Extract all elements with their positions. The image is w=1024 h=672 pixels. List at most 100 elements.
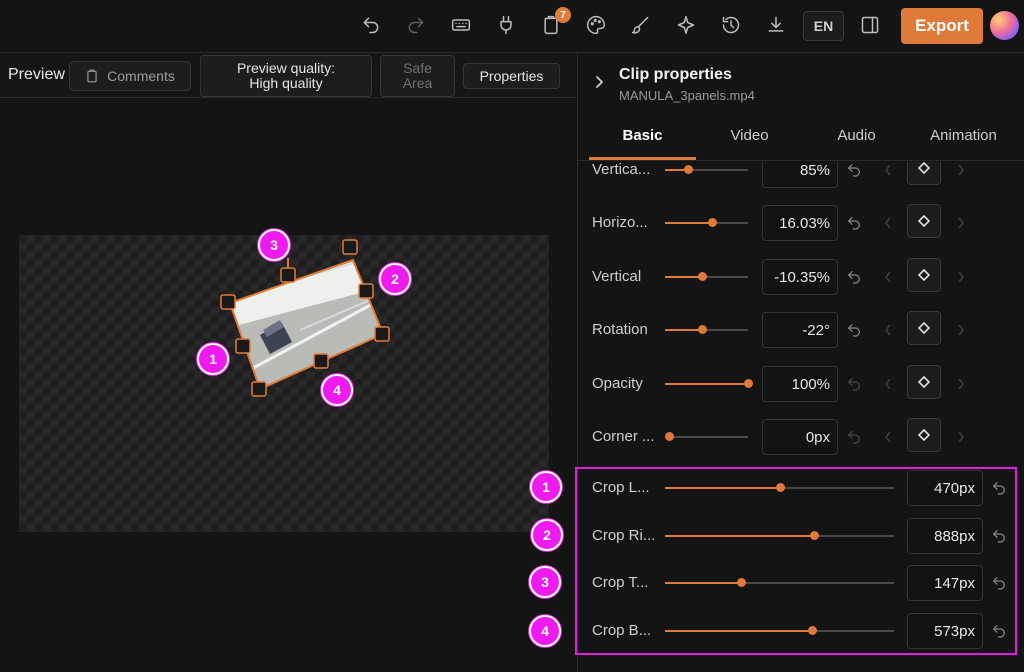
slider-knob[interactable] (775, 483, 785, 492)
keyframe-button[interactable] (907, 311, 941, 345)
reset-icon[interactable] (991, 575, 1007, 591)
property-row-horizontal: Horizo... 16.03% (578, 201, 1024, 245)
avatar[interactable] (990, 11, 1019, 40)
diamond-icon (918, 376, 930, 388)
slider-knob[interactable] (684, 165, 694, 174)
prev-keyframe-icon[interactable] (883, 429, 893, 445)
tab-animation[interactable]: Animation (910, 127, 1017, 144)
panel-icon[interactable] (857, 12, 883, 38)
property-value-input[interactable]: 573px (907, 613, 983, 649)
property-row-crop-right: Crop Ri... 888px (578, 514, 1024, 558)
keyframe-button[interactable] (907, 365, 941, 399)
export-button[interactable]: Export (901, 8, 983, 44)
property-slider[interactable] (665, 483, 894, 492)
reset-icon[interactable] (846, 376, 862, 392)
property-value-input[interactable]: -10.35% (762, 259, 838, 295)
tab-audio[interactable]: Audio (803, 127, 910, 144)
property-slider[interactable] (665, 578, 894, 587)
keyframe-button[interactable] (907, 162, 941, 185)
slider-knob[interactable] (744, 379, 753, 388)
property-label: Opacity (592, 375, 643, 392)
property-slider[interactable] (665, 432, 748, 441)
tab-video[interactable]: Video (696, 127, 803, 144)
reset-icon[interactable] (846, 429, 862, 445)
history-icon[interactable] (718, 12, 744, 38)
property-slider[interactable] (665, 165, 748, 174)
language-selector[interactable]: EN (803, 11, 844, 41)
brush-icon[interactable] (628, 12, 654, 38)
prev-keyframe-icon[interactable] (883, 215, 893, 231)
property-value-input[interactable]: 470px (907, 470, 983, 506)
property-row-crop-bottom: Crop B... 573px (578, 609, 1024, 653)
chevron-right-icon[interactable] (594, 75, 606, 89)
property-value-input[interactable]: 16.03% (762, 205, 838, 241)
slider-knob[interactable] (698, 272, 708, 281)
property-tabs: Basic Video Audio Animation (578, 112, 1024, 161)
slider-knob[interactable] (809, 531, 819, 540)
sparkle-icon[interactable] (673, 12, 699, 38)
property-label: Rotation (592, 321, 648, 338)
property-slider[interactable] (665, 531, 894, 540)
diamond-icon (918, 215, 930, 227)
prev-keyframe-icon[interactable] (883, 376, 893, 392)
property-row-rotation: Rotation -22° (578, 308, 1024, 352)
next-keyframe-icon[interactable] (956, 429, 966, 445)
keyframe-button[interactable] (907, 418, 941, 452)
keyframe-button[interactable] (907, 204, 941, 238)
slider-knob[interactable] (665, 432, 675, 441)
property-row-vertical: Vertical -10.35% (578, 255, 1024, 299)
prev-keyframe-icon[interactable] (883, 162, 893, 178)
reset-icon[interactable] (846, 269, 862, 285)
property-value-input[interactable]: 85% (762, 162, 838, 188)
property-label: Vertica... (592, 162, 651, 178)
property-slider[interactable] (665, 626, 894, 635)
palette-icon[interactable] (583, 12, 609, 38)
prev-keyframe-icon[interactable] (883, 269, 893, 285)
property-value-input[interactable]: 888px (907, 518, 983, 554)
next-keyframe-icon[interactable] (956, 215, 966, 231)
reset-icon[interactable] (991, 480, 1007, 496)
next-keyframe-icon[interactable] (956, 269, 966, 285)
reset-icon[interactable] (991, 528, 1007, 544)
diamond-icon (918, 269, 930, 281)
property-label: Crop T... (592, 574, 649, 591)
property-slider[interactable] (665, 379, 753, 388)
property-value-input[interactable]: -22° (762, 312, 838, 348)
property-row-vertical-scale: Vertica... 85% (578, 162, 1024, 192)
next-keyframe-icon[interactable] (956, 376, 966, 392)
property-label: Horizo... (592, 214, 648, 231)
property-row-crop-left: Crop L... 470px (578, 466, 1024, 510)
next-keyframe-icon[interactable] (956, 322, 966, 338)
reset-icon[interactable] (846, 162, 862, 178)
slider-knob[interactable] (708, 218, 718, 227)
property-row-corner: Corner ... 0px (578, 415, 1024, 459)
active-tab-indicator (589, 157, 696, 160)
property-label: Crop B... (592, 622, 652, 639)
property-value-input[interactable]: 0px (762, 419, 838, 455)
property-value-input[interactable]: 147px (907, 565, 983, 601)
clip-properties-header: Clip properties MANULA_3panels.mp4 (578, 53, 1024, 111)
reset-icon[interactable] (991, 623, 1007, 639)
property-value-input[interactable]: 100% (762, 366, 838, 402)
reset-icon[interactable] (846, 322, 862, 338)
annotation-marker-4: 4 (529, 615, 561, 647)
clip-filename: MANULA_3panels.mp4 (619, 88, 755, 103)
slider-knob[interactable] (736, 578, 746, 587)
property-row-crop-top: Crop T... 147px (578, 561, 1024, 605)
annotation-marker-1: 1 (530, 471, 562, 503)
property-label: Vertical (592, 268, 642, 285)
slider-knob[interactable] (697, 325, 707, 334)
property-slider[interactable] (665, 272, 748, 281)
next-keyframe-icon[interactable] (956, 162, 966, 178)
tab-basic[interactable]: Basic (589, 127, 696, 144)
slider-knob[interactable] (807, 626, 817, 635)
diamond-icon (918, 162, 930, 174)
download-icon[interactable] (763, 12, 789, 38)
property-slider[interactable] (665, 325, 748, 334)
reset-icon[interactable] (846, 215, 862, 231)
property-slider[interactable] (665, 218, 748, 227)
panel-title: Clip properties (619, 66, 732, 83)
property-label: Crop Ri... (592, 527, 656, 544)
keyframe-button[interactable] (907, 258, 941, 292)
prev-keyframe-icon[interactable] (883, 322, 893, 338)
